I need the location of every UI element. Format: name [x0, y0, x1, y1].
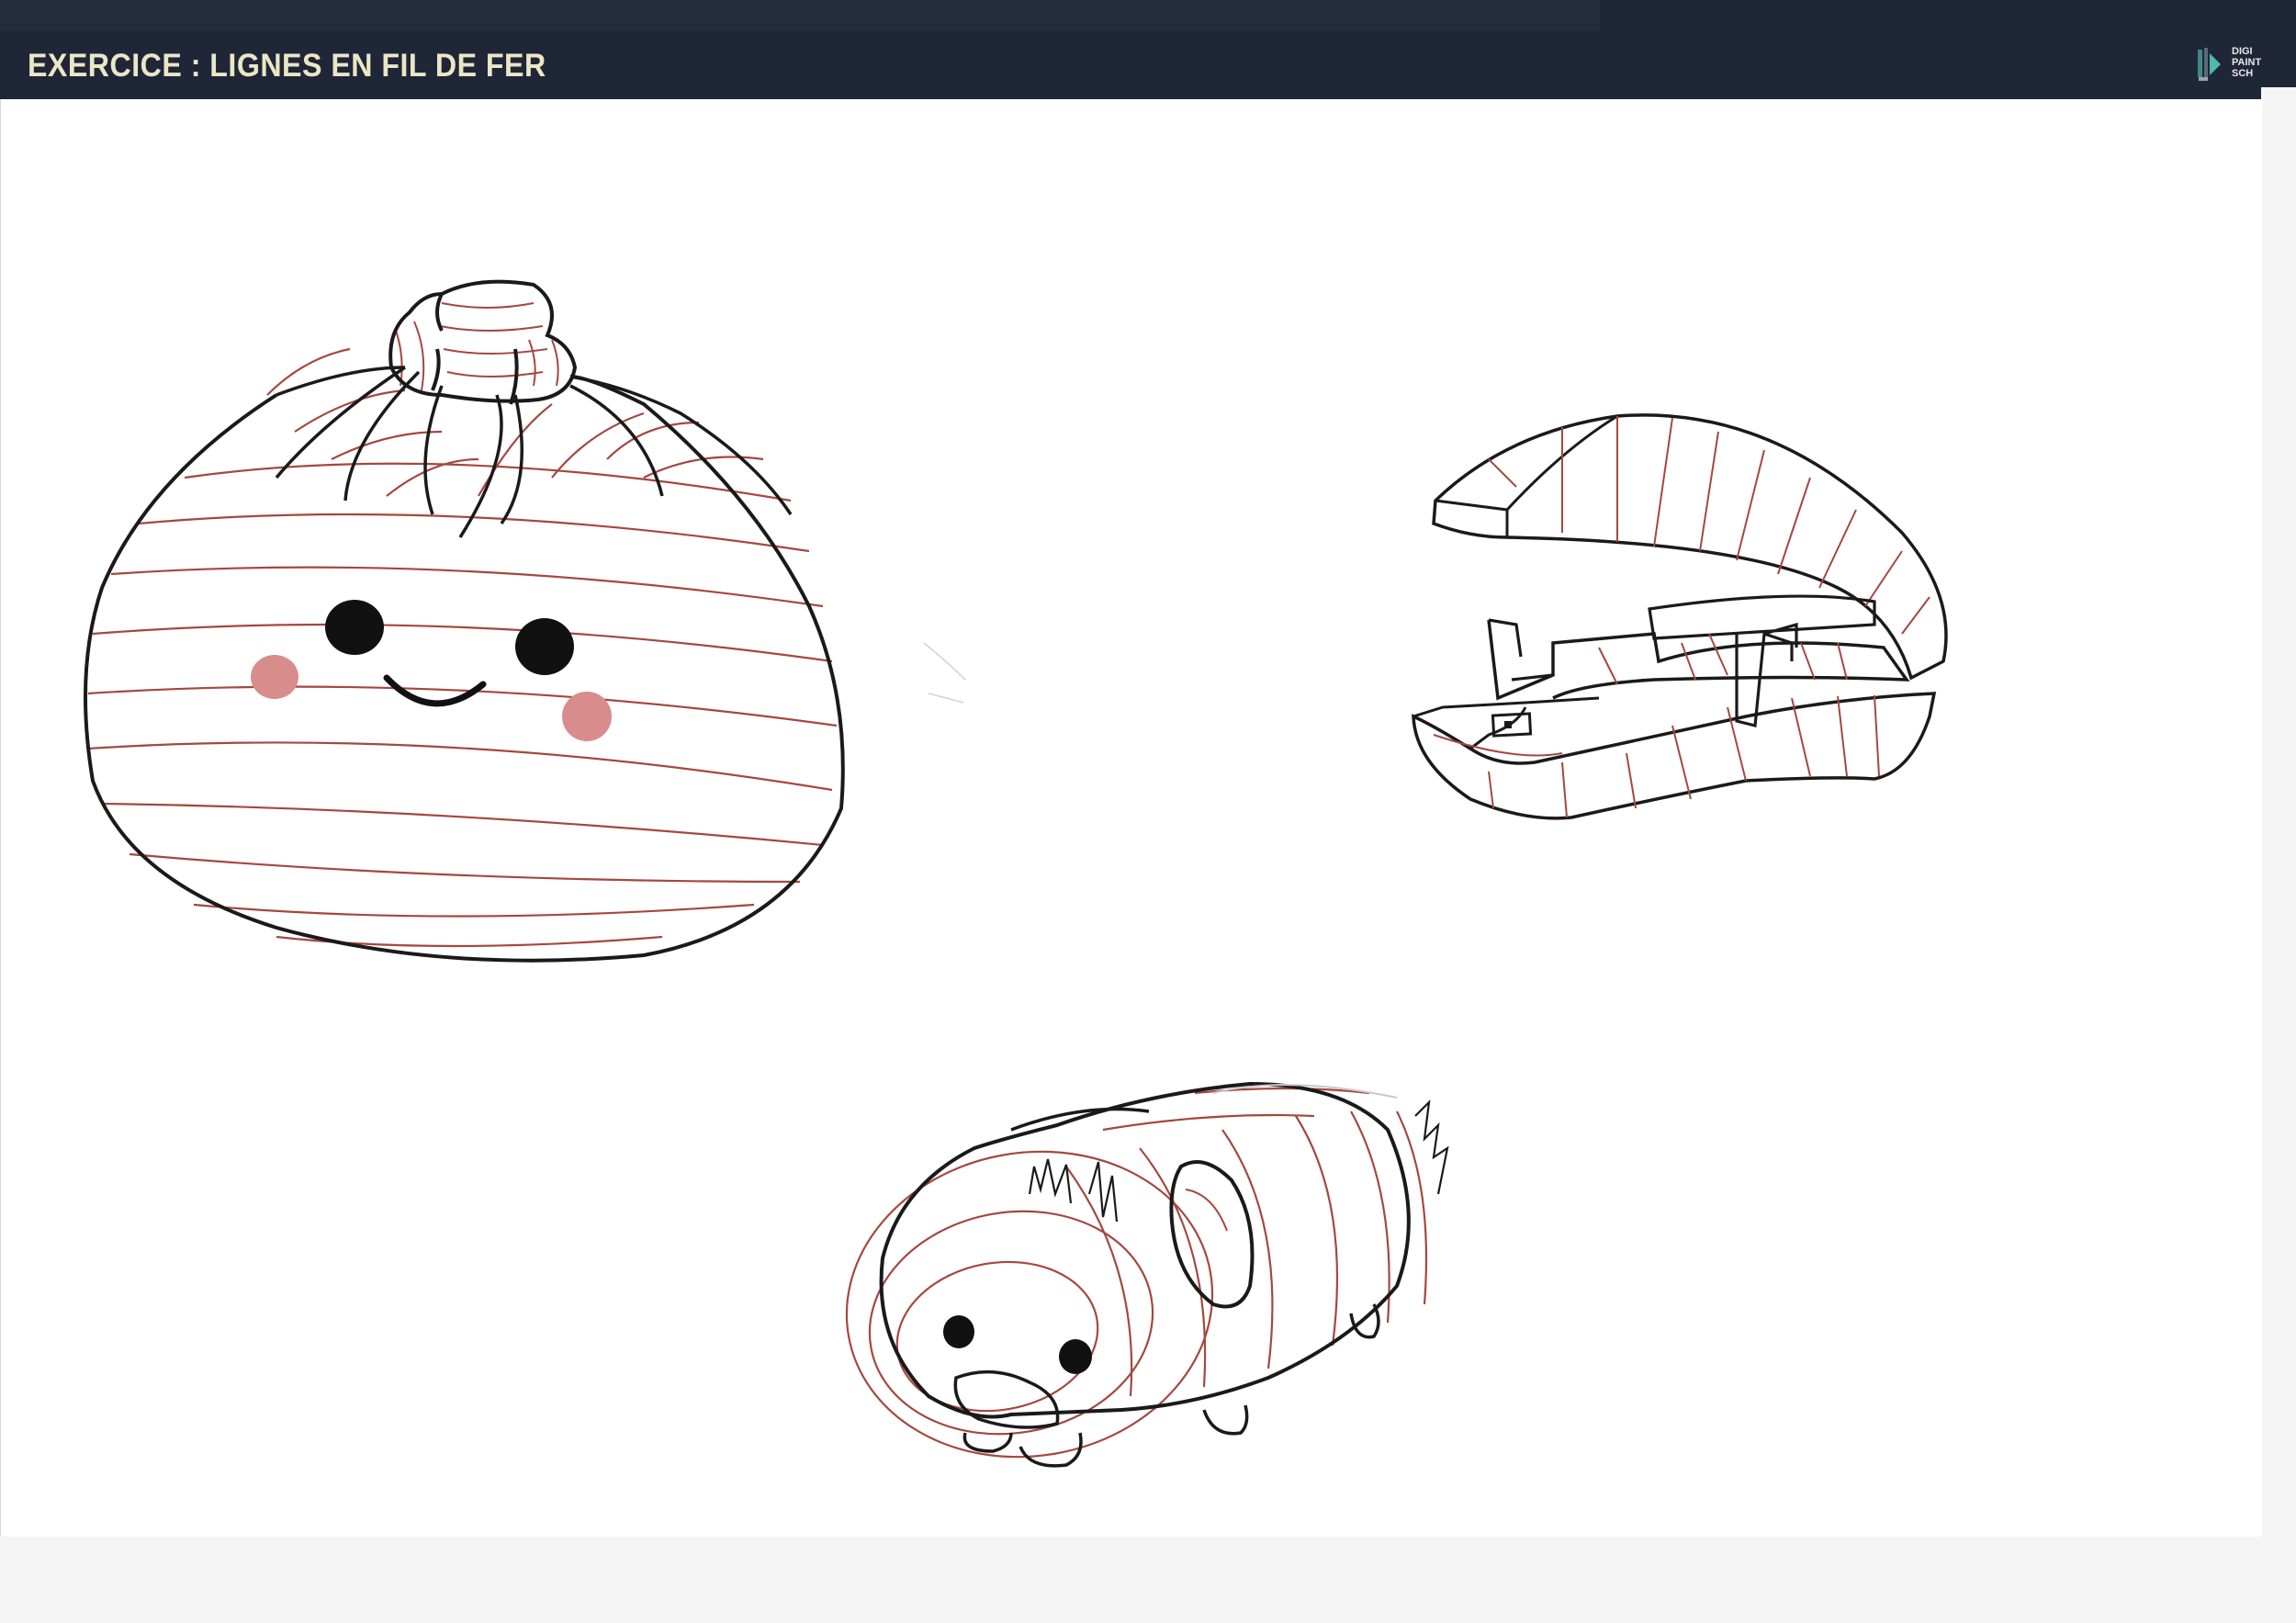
page-title: EXERCICE : LIGNES EN FIL DE FER [28, 48, 546, 84]
guinea-pig-hair [1028, 1099, 1449, 1223]
guinea-pig-feet [962, 1303, 1380, 1468]
right-gutter [2261, 87, 2296, 1537]
header-bar: EXERCICE : LIGNES EN FIL DE FER DIGI PAI… [0, 0, 2296, 99]
bun-character-drawing [84, 279, 966, 963]
guinea-pig-drawing [845, 1081, 1449, 1468]
guinea-pig-left-eye [943, 1315, 974, 1348]
guinea-pig-right-eye [1059, 1339, 1092, 1374]
guinea-pig-wire-lines [845, 1087, 1428, 1459]
logo: DIGI PAINT SCH [2195, 44, 2296, 85]
stapler-drawing [1412, 413, 1948, 820]
drawing-canvas [0, 99, 2262, 1537]
bun-knot-wire-lines [395, 302, 559, 391]
bun-mouth [383, 674, 487, 707]
stapler-top-arm [1432, 413, 1948, 681]
bun-knot [388, 279, 578, 405]
bun-wire-lines [87, 347, 838, 948]
bun-fold-ridges [275, 366, 664, 538]
stapler-middle-frame [1487, 619, 1910, 701]
illustration [84, 279, 1948, 1468]
pencil-brush-icon [2198, 48, 2221, 81]
bun-left-eye [325, 600, 384, 655]
header-stripe [0, 0, 1600, 31]
bun-left-blush [251, 655, 298, 699]
bun-right-eye [515, 618, 574, 675]
logo-text: DIGI PAINT SCH [2232, 46, 2262, 79]
bun-right-blush [562, 692, 612, 741]
bottom-gutter [0, 1537, 2296, 1623]
guinea-pig-outline [879, 1081, 1411, 1419]
